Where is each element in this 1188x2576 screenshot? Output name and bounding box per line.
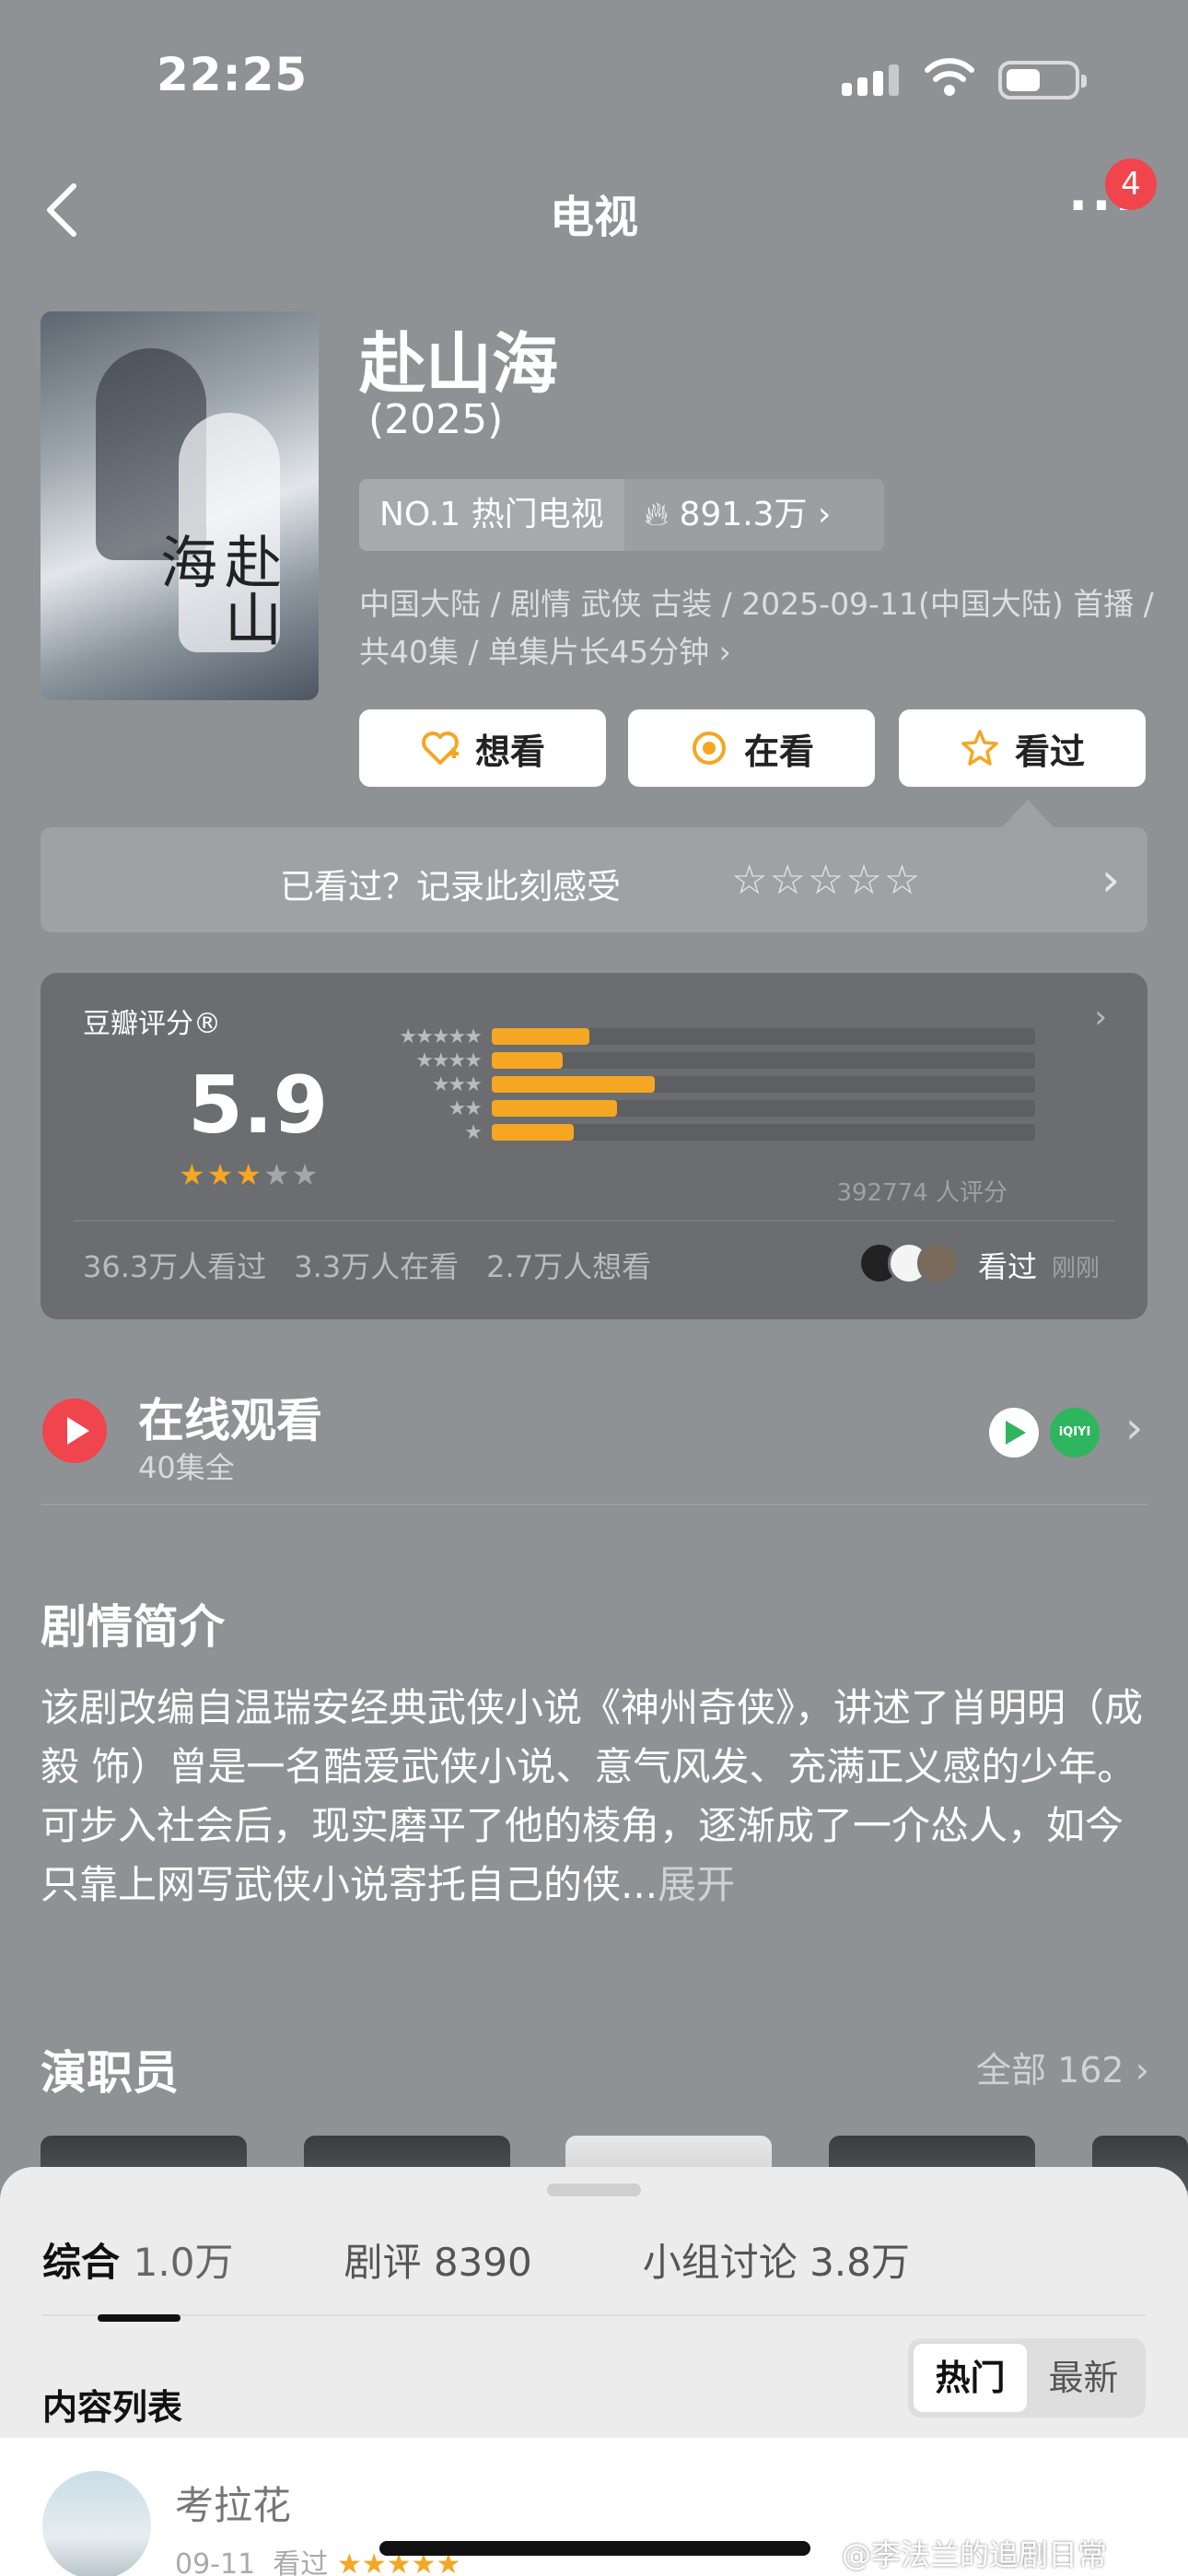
rating-distribution-label: ★★★ <box>431 1072 483 1096</box>
heart-plus-icon <box>422 732 459 765</box>
watched-button[interactable]: 看过 <box>899 709 1146 787</box>
target-icon <box>692 732 726 765</box>
sort-hot-button[interactable]: 热门 <box>914 2344 1027 2412</box>
rating-stars: ★★★★★ <box>179 1157 320 1192</box>
chevron-right-icon: › <box>709 634 731 670</box>
meta-line: 中国大陆 / 剧情 武侠 古装 / 2025-09-11(中国大陆) 首播 / <box>359 586 1154 622</box>
page-title: 电视 <box>549 192 638 243</box>
watermark: @李法兰的追剧日常 <box>842 2537 1108 2572</box>
rating-distribution-bar <box>492 1028 590 1045</box>
rating-distribution-row: ★★ <box>354 1096 1035 1120</box>
tencent-video-icon[interactable] <box>989 1408 1039 1458</box>
tab-reviews[interactable]: 剧评 8390 <box>344 2231 531 2288</box>
friend-avatars[interactable] <box>858 1242 960 1284</box>
cast-title: 演职员 <box>41 2046 179 2100</box>
notification-badge: 4 <box>1105 158 1157 210</box>
rating-source-label: 豆瓣评分® <box>83 1008 221 1040</box>
rating-distribution-bar <box>492 1124 574 1141</box>
rank-label: NO.1 热门电视 <box>359 479 624 551</box>
heat-value: 🔥︎ 891.3万 › <box>623 479 884 551</box>
sort-toggle[interactable]: 热门 最新 <box>908 2338 1146 2418</box>
sheet-handle[interactable] <box>547 2184 641 2196</box>
active-tab-indicator <box>98 2314 181 2322</box>
synopsis-title: 剧情简介 <box>41 1600 225 1654</box>
chevron-right-icon: › <box>1101 853 1120 907</box>
want-button[interactable]: 想看 <box>359 709 606 787</box>
expand-link[interactable]: 展开 <box>658 1862 735 1907</box>
sort-new-button[interactable]: 最新 <box>1027 2344 1140 2412</box>
meta-line: 共40集 / 单集片长45分钟 <box>359 634 710 670</box>
synopsis-text: 该剧改编自温瑞安经典武侠小说《神州奇侠》，讲述了肖明明（成毅 饰）曾是一名酷爱武… <box>41 1685 1144 1907</box>
episode-info: 40集全 <box>138 1450 235 1485</box>
rating-distribution-label: ★★ <box>448 1096 483 1120</box>
show-meta[interactable]: 中国大陆 / 剧情 武侠 古装 / 2025-09-11(中国大陆) 首播 / … <box>359 580 1160 676</box>
callout-caret <box>1000 800 1055 829</box>
cast-all-link[interactable]: 全部 162 › <box>976 2042 1149 2092</box>
avatar[interactable] <box>42 2471 151 2576</box>
tab-overview[interactable]: 综合 1.0万 <box>42 2231 233 2288</box>
rating-distribution-row: ★★★ <box>354 1072 1035 1096</box>
rate-prompt-bar[interactable]: 已看过？记录此刻感受 ☆☆☆☆☆ › <box>41 827 1147 932</box>
show-year: (2025) <box>368 396 504 443</box>
rating-distribution-row: ★★★★★ <box>354 1025 1035 1048</box>
rating-score: 5.9 <box>188 1060 329 1152</box>
rating-distribution-bar <box>492 1100 617 1117</box>
rating-distribution-label: ★ <box>464 1120 483 1144</box>
chevron-right-icon[interactable]: › <box>1125 1402 1143 1454</box>
cellular-signal-icon <box>842 64 899 96</box>
rating-distribution-bar <box>492 1076 655 1093</box>
flame-icon: 🔥︎ <box>644 496 670 533</box>
star-outline-icon <box>961 730 998 766</box>
post-author[interactable]: 考拉花 <box>175 2475 291 2531</box>
battery-icon <box>998 61 1087 100</box>
want-count: 2.7万人想看 <box>486 1249 652 1284</box>
online-watch-title[interactable]: 在线观看 <box>138 1384 322 1450</box>
play-icon[interactable] <box>42 1399 107 1463</box>
rating-card[interactable]: 豆瓣评分® › 5.9 ★★★★★ 392774 人评分 36.3万人看过 3.… <box>41 973 1147 1319</box>
rating-distribution-row: ★ <box>354 1120 1035 1144</box>
wifi-icon <box>925 58 974 96</box>
show-title: 赴山海 <box>359 325 559 403</box>
tab-group-discussion[interactable]: 小组讨论 3.8万 <box>643 2231 910 2288</box>
friends-seen-label: 看过 <box>978 1249 1038 1284</box>
watching-button[interactable]: 在看 <box>628 709 875 787</box>
rank-chip[interactable]: NO.1 热门电视 🔥︎ 891.3万 › <box>359 479 884 551</box>
rating-distribution-row: ★★★★ <box>354 1048 1035 1072</box>
rating-distribution-label: ★★★★ <box>415 1048 483 1072</box>
rating-stars-input[interactable]: ☆☆☆☆☆ <box>731 857 922 904</box>
watching-count: 3.3万人在看 <box>294 1249 460 1284</box>
rating-count: 392774 人评分 <box>836 1179 1007 1207</box>
discussion-sheet[interactable]: 综合 1.0万 剧评 8390 小组讨论 3.8万 内容列表 热门 最新 考拉花… <box>0 2167 1188 2576</box>
content-list-title: 内容列表 <box>42 2387 183 2428</box>
watched-count: 36.3万人看过 <box>83 1249 267 1284</box>
iqiyi-icon[interactable]: iQIYI <box>1050 1408 1100 1458</box>
chevron-right-icon: › <box>818 496 832 533</box>
poster-image[interactable]: 赴山海 <box>41 311 319 700</box>
rating-distribution-label: ★★★★★ <box>399 1025 483 1048</box>
chevron-right-icon: › <box>1094 999 1107 1036</box>
avatar <box>917 1242 960 1284</box>
rate-prompt-text: 已看过？记录此刻感受 <box>280 867 621 907</box>
friends-seen-time: 刚刚 <box>1052 1255 1101 1282</box>
status-time: 22:25 <box>157 48 309 101</box>
home-indicator[interactable] <box>379 2541 810 2556</box>
rating-distribution-bar <box>492 1052 563 1069</box>
poster-title-art: 赴山海 <box>150 533 282 647</box>
